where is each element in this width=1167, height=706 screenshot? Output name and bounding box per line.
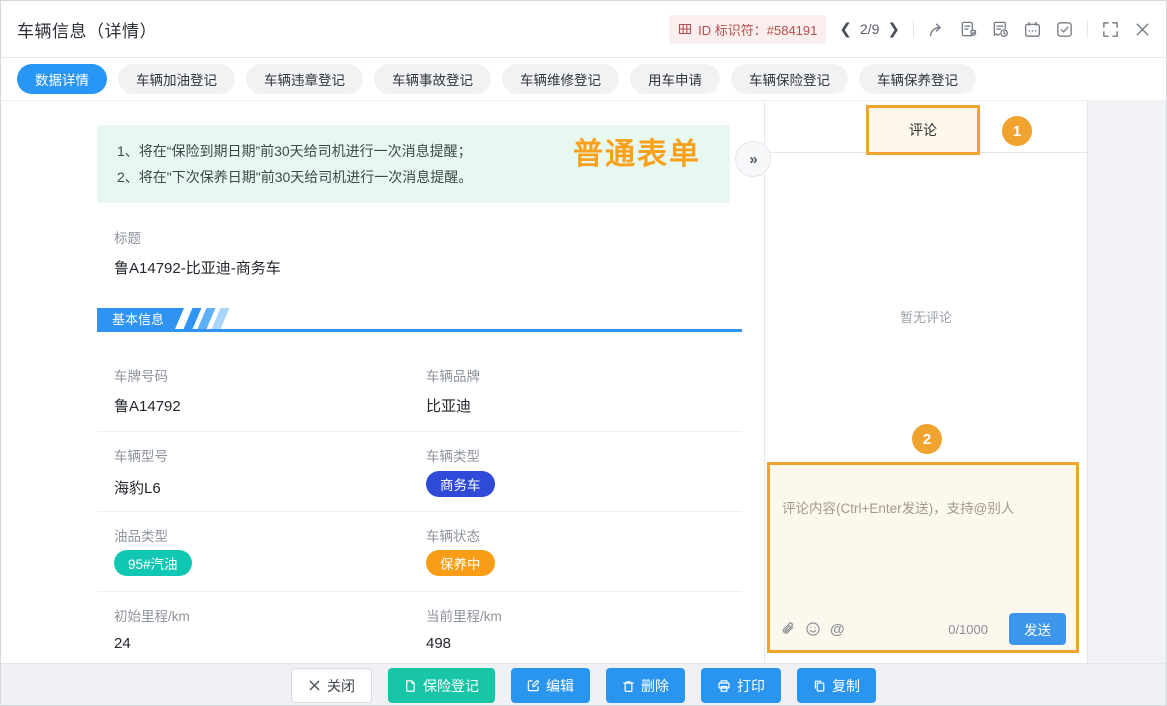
field-value-title: 鲁A14792-比亚迪-商务车 [114,257,281,278]
fullscreen-icon[interactable] [1101,20,1120,39]
annotation-step-2: 2 [912,424,942,454]
tab-refuel-record[interactable]: 车辆加油登记 [118,64,235,94]
row-divider [97,431,742,432]
record-pager: ❮ 2/9 ❯ [839,21,900,37]
vehicle-type-badge: 商务车 [426,471,495,497]
toolbar-divider [1087,20,1088,38]
record-id-text: ID 标识符：#584191 [698,20,817,39]
pager-value: 2/9 [860,21,879,37]
field-value-model: 海豹L6 [114,477,161,498]
share-icon[interactable] [927,20,946,39]
record-id-badge: ID 标识符：#584191 [669,15,826,44]
section-stripes-decoration [188,308,225,329]
comment-tab-label: 评论 [909,120,937,140]
edit-icon [527,679,540,692]
oil-type-badge: 95#汽油 [114,550,192,576]
vehicle-detail-window: 车辆信息（详情） ID 标识符：#584191 ❮ 2/9 ❯ [0,0,1167,706]
field-value-initial-mileage: 24 [114,635,131,652]
emoji-icon[interactable] [805,621,821,637]
mention-icon[interactable]: @ [830,621,845,638]
section-title: 基本信息 [97,308,184,329]
section-header-basic-info: 基本信息 [97,308,742,332]
field-label-oil-type: 油品类型 [114,525,168,545]
page-title: 车辆信息（详情） [17,17,157,42]
field-value-plate-number: 鲁A14792 [114,395,181,416]
section-banner-row: 基本信息 [97,308,225,329]
close-button[interactable]: 关闭 [291,668,372,703]
document-shield-icon[interactable] [959,20,978,39]
calendar-icon[interactable] [1023,20,1042,39]
tab-repair-record[interactable]: 车辆维修登记 [502,64,619,94]
field-label-vehicle-type: 车辆类型 [426,445,480,465]
tab-insurance-record[interactable]: 车辆保险登记 [731,64,848,94]
comment-panel: 评论 1 » 暂无评论 2 @ 0/1000 发送 [764,101,1088,663]
field-label-title: 标题 [114,227,141,247]
insurance-register-button[interactable]: 保险登记 [388,668,495,703]
insurance-doc-icon [404,679,417,693]
copy-button[interactable]: 复制 [797,668,876,703]
delete-button-label: 删除 [641,676,669,696]
paperclip-icon[interactable] [780,621,796,637]
annotation-step-1: 1 [1002,116,1032,146]
tab-violation-record[interactable]: 车辆违章登记 [246,64,363,94]
document-clock-icon[interactable] [991,20,1010,39]
print-button-label: 打印 [737,676,765,696]
tab-accident-record[interactable]: 车辆事故登记 [374,64,491,94]
close-button-label: 关闭 [327,676,355,696]
comment-tab-annotated[interactable]: 评论 [866,105,980,155]
field-label-model: 车辆型号 [114,445,168,465]
field-label-vehicle-status: 车辆状态 [426,525,480,545]
form-region: 1、将在“保险到期日期”前30天给司机进行一次消息提醒； 2、将在"下次保养日期… [1,101,764,663]
tab-maintenance-record[interactable]: 车辆保养登记 [859,64,976,94]
field-value-current-mileage: 498 [426,635,451,652]
edit-button[interactable]: 编辑 [511,668,590,703]
background-strip [1088,101,1167,663]
x-icon [308,679,321,692]
field-label-initial-mileage: 初始里程/km [114,605,190,625]
tab-data-detail[interactable]: 数据详情 [17,64,107,94]
field-value-brand: 比亚迪 [426,395,471,416]
close-icon[interactable] [1133,20,1152,39]
composer-toolbar: @ 0/1000 发送 [770,608,1076,650]
empty-comments-text: 暂无评论 [765,307,1087,326]
trash-icon [622,679,635,693]
copy-icon [813,679,826,693]
toolbar-divider [913,20,914,38]
field-label-brand: 车辆品牌 [426,365,480,385]
send-button[interactable]: 发送 [1009,613,1066,645]
row-divider [97,511,742,512]
title-bar: 车辆信息（详情） ID 标识符：#584191 ❮ 2/9 ❯ [1,1,1166,58]
copy-button-label: 复制 [832,676,860,696]
field-label-current-mileage: 当前里程/km [426,605,502,625]
comment-input[interactable] [770,465,1076,608]
collapse-panel-button[interactable]: » [735,141,771,177]
footer-action-bar: 关闭 保险登记 编辑 删除 打印 [1,663,1166,706]
row-divider [97,591,742,592]
delete-button[interactable]: 删除 [606,668,685,703]
chevron-right-icon[interactable]: ❯ [887,22,900,37]
field-label-plate-number: 车牌号码 [114,365,168,385]
printer-icon [717,679,731,693]
chevrons-right-icon: » [749,151,756,168]
print-button[interactable]: 打印 [701,668,781,703]
chevron-left-icon[interactable]: ❮ [839,22,852,37]
grid-icon [678,22,692,36]
form-type-watermark: 普通表单 [573,129,701,173]
checkbox-icon[interactable] [1055,20,1074,39]
tab-bar: 数据详情 车辆加油登记 车辆违章登记 车辆事故登记 车辆维修登记 用车申请 车辆… [1,58,1166,101]
comment-composer-annotated: @ 0/1000 发送 [767,462,1079,653]
insurance-register-label: 保险登记 [423,676,479,696]
edit-button-label: 编辑 [546,676,574,696]
char-counter: 0/1000 [948,622,988,637]
vehicle-status-badge: 保养中 [426,550,495,576]
title-bar-tools: ID 标识符：#584191 ❮ 2/9 ❯ [669,15,1152,44]
tab-vehicle-application[interactable]: 用车申请 [630,64,720,94]
